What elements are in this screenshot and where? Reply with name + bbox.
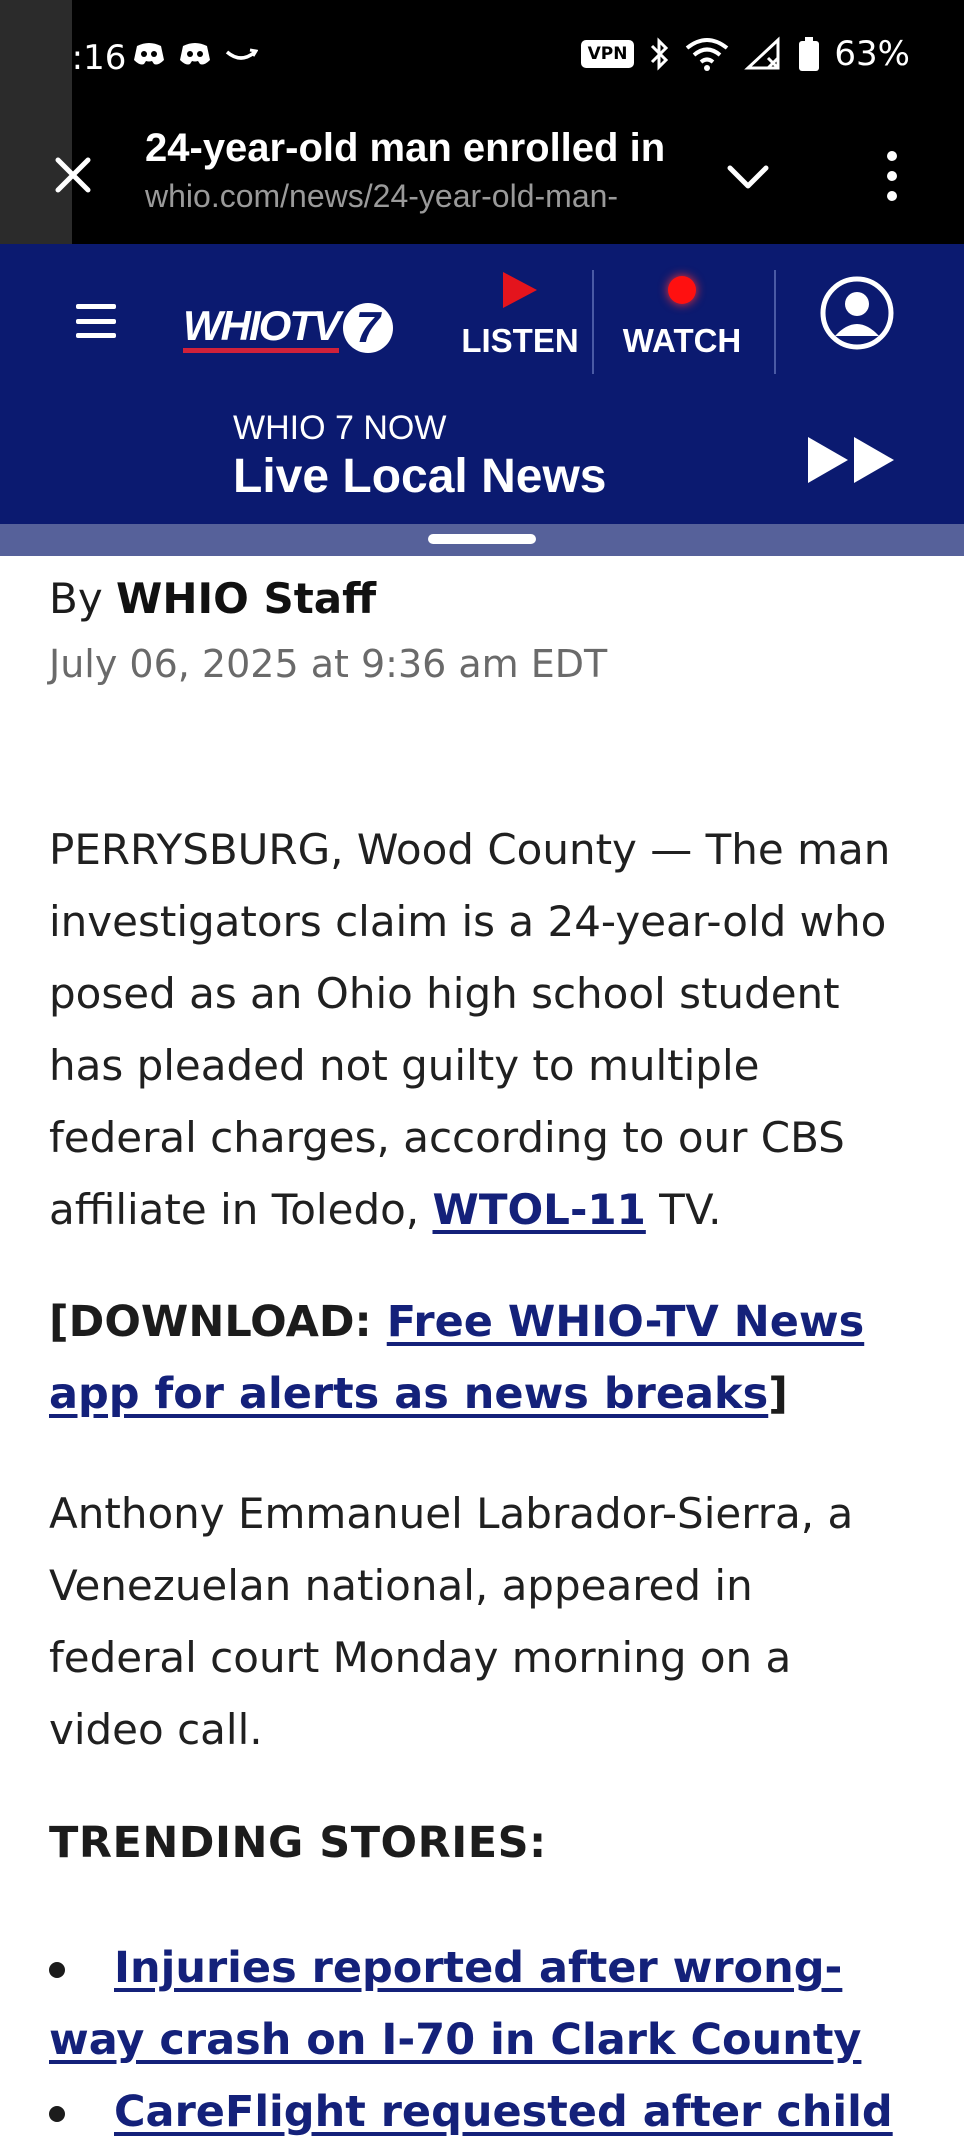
battery-icon	[799, 37, 820, 71]
logo-number: 7	[342, 303, 393, 353]
tab-url[interactable]: whio.com/news/24-year-old-man-	[145, 178, 673, 215]
divider	[774, 270, 776, 374]
download-promo: [DOWNLOAD: Free WHIO-TV News app for ale…	[49, 1286, 879, 1430]
notification-icons	[132, 40, 258, 68]
vpn-icon: VPN	[580, 40, 635, 68]
battery-percent: 63%	[834, 34, 910, 74]
byline-prefix: By	[49, 574, 103, 623]
play-icon	[503, 272, 537, 308]
wifi-icon	[686, 38, 729, 71]
cellular-signal-icon	[744, 36, 780, 70]
status-bar: 8:16 VPN 63%	[0, 0, 964, 112]
byline: By WHIO Staff	[49, 574, 376, 623]
drag-handle[interactable]	[428, 534, 536, 544]
live-title: Live Local News	[233, 450, 607, 503]
wtol-link[interactable]: WTOL-11	[433, 1185, 646, 1234]
publish-date: July 06, 2025 at 9:36 am EDT	[49, 642, 608, 686]
watch-button[interactable]: WATCH	[612, 272, 752, 360]
site-header: WHIOTV 7 LISTEN WATCH	[0, 244, 964, 399]
more-options-icon[interactable]	[880, 146, 904, 206]
promo-suffix: ]	[768, 1369, 788, 1419]
discord-icon	[180, 43, 210, 65]
amazon-smile-icon	[225, 48, 258, 60]
chevron-down-icon[interactable]	[722, 156, 774, 200]
paragraph-suffix: TV.	[645, 1185, 722, 1234]
live-kicker: WHIO 7 NOW	[233, 409, 447, 447]
listen-label: LISTEN	[461, 322, 579, 359]
tab-title[interactable]: 24-year-old man enrolled in	[145, 126, 665, 171]
trending-item: CareFlight requested after child	[49, 2076, 919, 2148]
live-dot-icon	[668, 276, 696, 304]
banner-drag-strip[interactable]	[0, 524, 964, 556]
bullet	[49, 2106, 65, 2122]
menu-icon[interactable]	[76, 304, 116, 338]
live-news-banner[interactable]: WHIO 7 NOW Live Local News	[0, 399, 964, 524]
bullet	[49, 1962, 65, 1978]
logo-wordmark: WHIOTV	[183, 303, 341, 353]
trending-heading: TRENDING STORIES:	[49, 1818, 547, 1868]
fast-forward-icon[interactable]	[806, 435, 898, 485]
edge-shade	[0, 0, 72, 244]
paragraph: PERRYSBURG, Wood County — The man invest…	[49, 814, 919, 1246]
paragraph: Anthony Emmanuel Labrador-Sierra, a Vene…	[49, 1489, 854, 1754]
trending-link[interactable]: CareFlight requested after child	[49, 2076, 919, 2148]
trending-link[interactable]: Injuries reported after wrong-way crash …	[49, 1932, 919, 2076]
whio-logo[interactable]: WHIOTV 7	[183, 302, 393, 354]
discord-icon	[134, 43, 164, 65]
trending-item: Injuries reported after wrong-way crash …	[49, 1932, 919, 2076]
watch-label: WATCH	[622, 322, 742, 359]
divider	[592, 270, 594, 374]
close-icon[interactable]	[48, 150, 98, 200]
account-icon[interactable]	[820, 276, 894, 350]
bluetooth-icon	[651, 37, 669, 71]
author-name: WHIO Staff	[116, 574, 377, 623]
listen-button[interactable]: LISTEN	[440, 272, 600, 360]
system-icons: VPN 63%	[580, 34, 910, 74]
promo-prefix: [DOWNLOAD:	[49, 1297, 387, 1347]
paragraph-text: PERRYSBURG, Wood County — The man invest…	[49, 825, 891, 1234]
browser-custom-tab-bar: 24-year-old man enrolled in whio.com/new…	[0, 0, 964, 244]
